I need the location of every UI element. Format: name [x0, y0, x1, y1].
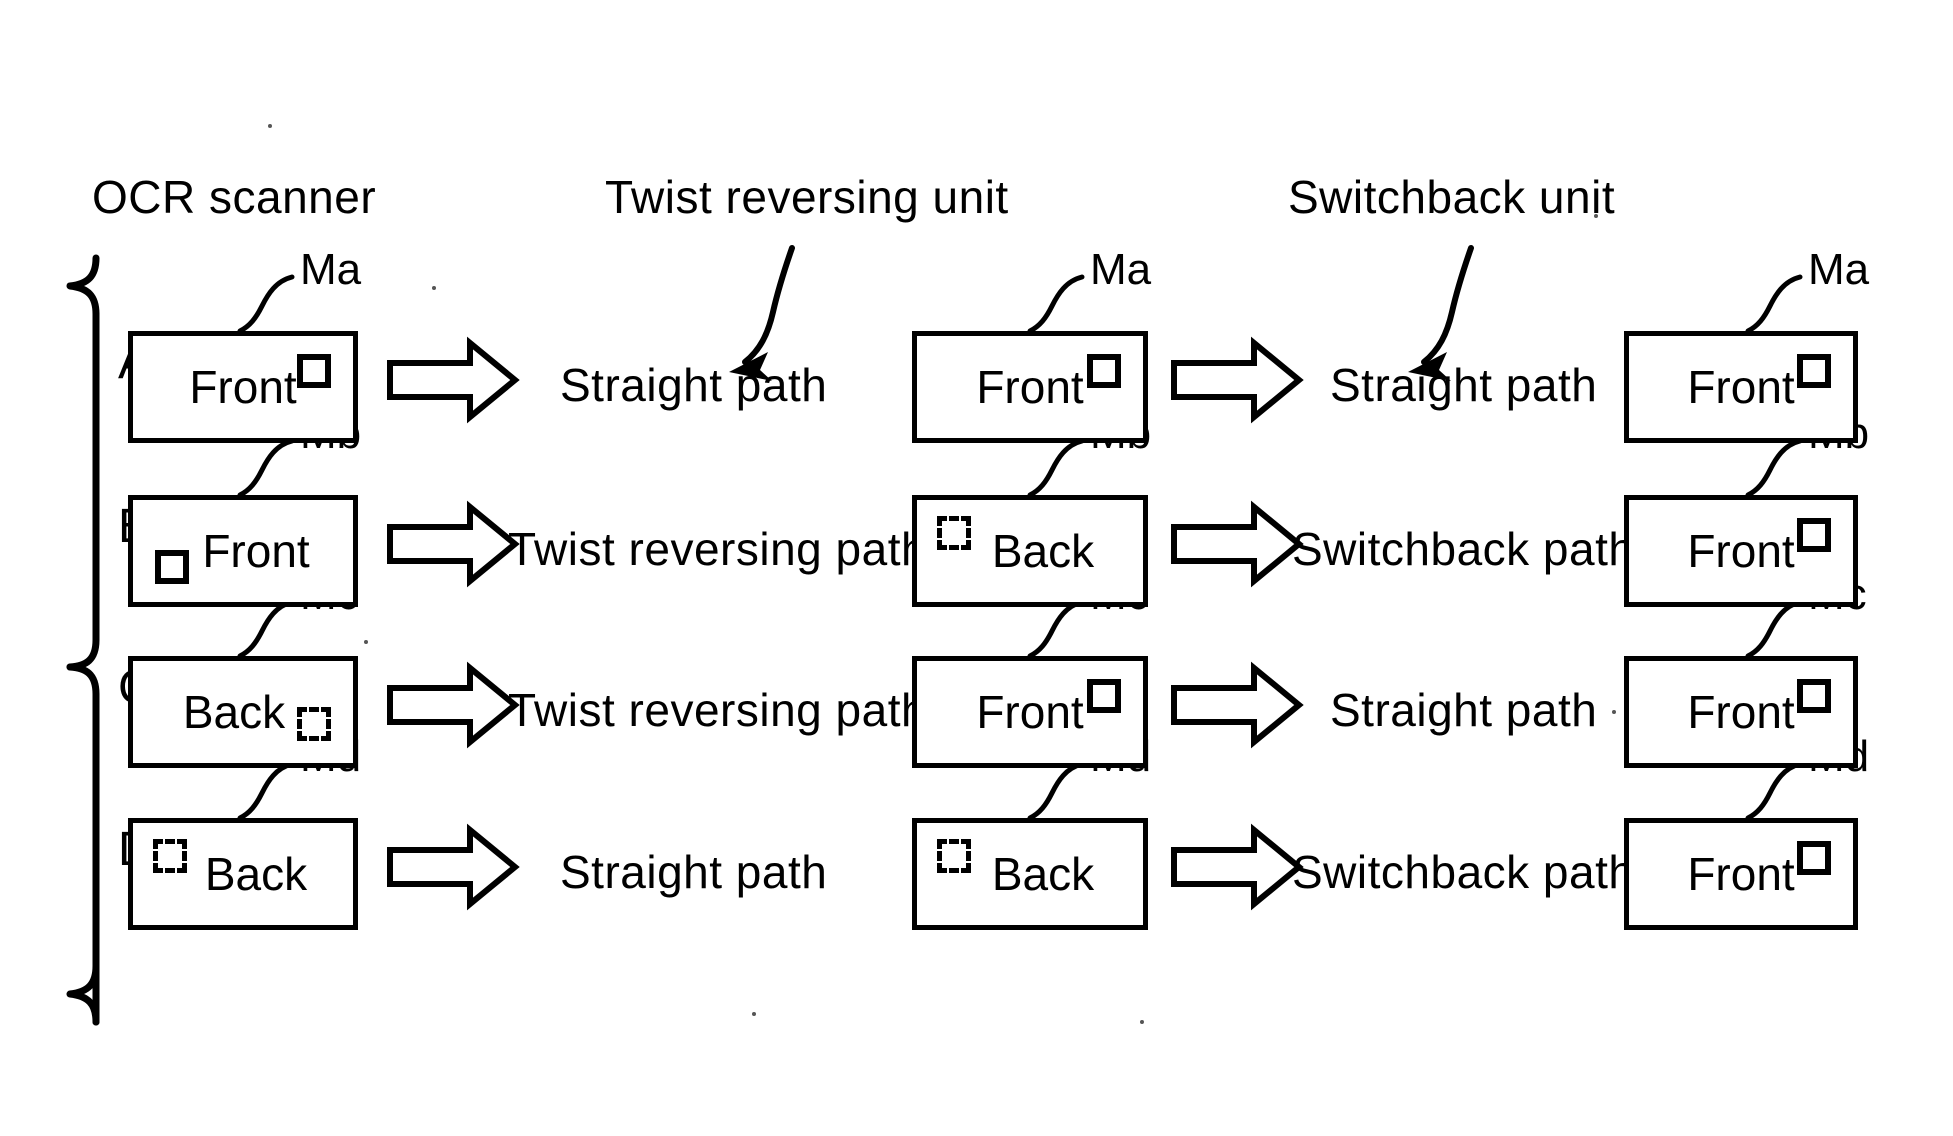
figure-canvas: OCR scanner Twist reversing unit Switchb…: [0, 0, 1953, 1136]
leader-mb-col2: [1027, 438, 1085, 498]
scan-speck: [268, 124, 272, 128]
front-mark-icon: [1087, 679, 1121, 713]
sheet-card-b-stage2: Back: [912, 495, 1148, 607]
leader-ma-col3: [1745, 274, 1803, 334]
leader-mb-col3: [1745, 438, 1803, 498]
unit-label-ocr-scanner: OCR scanner: [92, 171, 377, 223]
path-label-d-2: Switchback path: [1292, 846, 1635, 898]
sheet-card-d-stage2: Back: [912, 818, 1148, 930]
front-mark-icon: [1087, 354, 1121, 388]
path-label-d-1: Straight path: [560, 846, 828, 898]
back-showthrough-mark-icon: [937, 516, 971, 550]
scan-speck: [752, 1012, 756, 1016]
flow-arrow-b2: [1171, 500, 1304, 588]
leader-md-col3: [1745, 761, 1803, 821]
sheet-card-d-stage1: Back: [128, 818, 358, 930]
flow-arrow-d2: [1171, 823, 1304, 911]
sheet-card-d-stage3: Front: [1624, 818, 1858, 930]
scan-speck: [1140, 1020, 1144, 1024]
ref-tag-ma-col1: Ma: [300, 245, 362, 294]
path-label-c-1: Twist reversing path: [508, 684, 928, 736]
leader-ma-col1: [237, 274, 295, 334]
path-label-b-2: Switchback path: [1292, 523, 1635, 575]
flow-arrow-d1: [387, 823, 520, 911]
path-label-b-1: Twist reversing path: [508, 523, 928, 575]
path-label-a-2: Straight path: [1330, 359, 1598, 411]
ref-tag-ma-col2: Ma: [1090, 245, 1152, 294]
ref-tag-ma-col3: Ma: [1808, 245, 1870, 294]
scan-speck: [364, 640, 368, 644]
flow-arrow-a1: [387, 336, 520, 424]
back-showthrough-mark-icon: [937, 839, 971, 873]
sheet-card-c-stage3: Front: [1624, 656, 1858, 768]
flow-arrows: [387, 336, 1304, 911]
sheet-card-a-stage2: Front: [912, 331, 1148, 443]
unit-label-switchback-unit: Switchback unit: [1288, 171, 1616, 223]
leader-mc-col2: [1027, 599, 1085, 659]
scan-speck: [432, 286, 436, 290]
front-mark-icon: [155, 550, 189, 584]
sheet-card-b-stage3: Front: [1624, 495, 1858, 607]
sheet-card-a-stage3: Front: [1624, 331, 1858, 443]
leader-md-col1: [237, 761, 295, 821]
scan-speck: [1594, 214, 1598, 218]
path-label-c-2: Straight path: [1330, 684, 1598, 736]
back-showthrough-mark-icon: [153, 839, 187, 873]
front-mark-icon: [1797, 354, 1831, 388]
sheet-card-c-stage1: Back: [128, 656, 358, 768]
front-mark-icon: [1797, 518, 1831, 552]
leader-ma-col2: [1027, 274, 1085, 334]
sheet-card-a-stage1: Front: [128, 331, 358, 443]
unit-label-twist-reversing-unit: Twist reversing unit: [605, 171, 1009, 223]
row-group-brace: [66, 254, 100, 1026]
front-mark-icon: [297, 354, 331, 388]
flow-arrow-b1: [387, 500, 520, 588]
flow-arrow-a2: [1171, 336, 1304, 424]
flow-arrow-c1: [387, 661, 520, 749]
leader-mc-col3: [1745, 599, 1803, 659]
sheet-card-c-stage2: Front: [912, 656, 1148, 768]
back-showthrough-mark-icon: [297, 707, 331, 741]
flow-arrow-c2: [1171, 661, 1304, 749]
front-mark-icon: [1797, 841, 1831, 875]
path-label-a-1: Straight path: [560, 359, 828, 411]
leader-md-col2: [1027, 761, 1085, 821]
scan-speck: [1612, 710, 1616, 714]
sheet-card-b-stage1: Front: [128, 495, 358, 607]
front-mark-icon: [1797, 679, 1831, 713]
leader-mc-col1: [237, 599, 295, 659]
leader-mb-col1: [237, 438, 295, 498]
